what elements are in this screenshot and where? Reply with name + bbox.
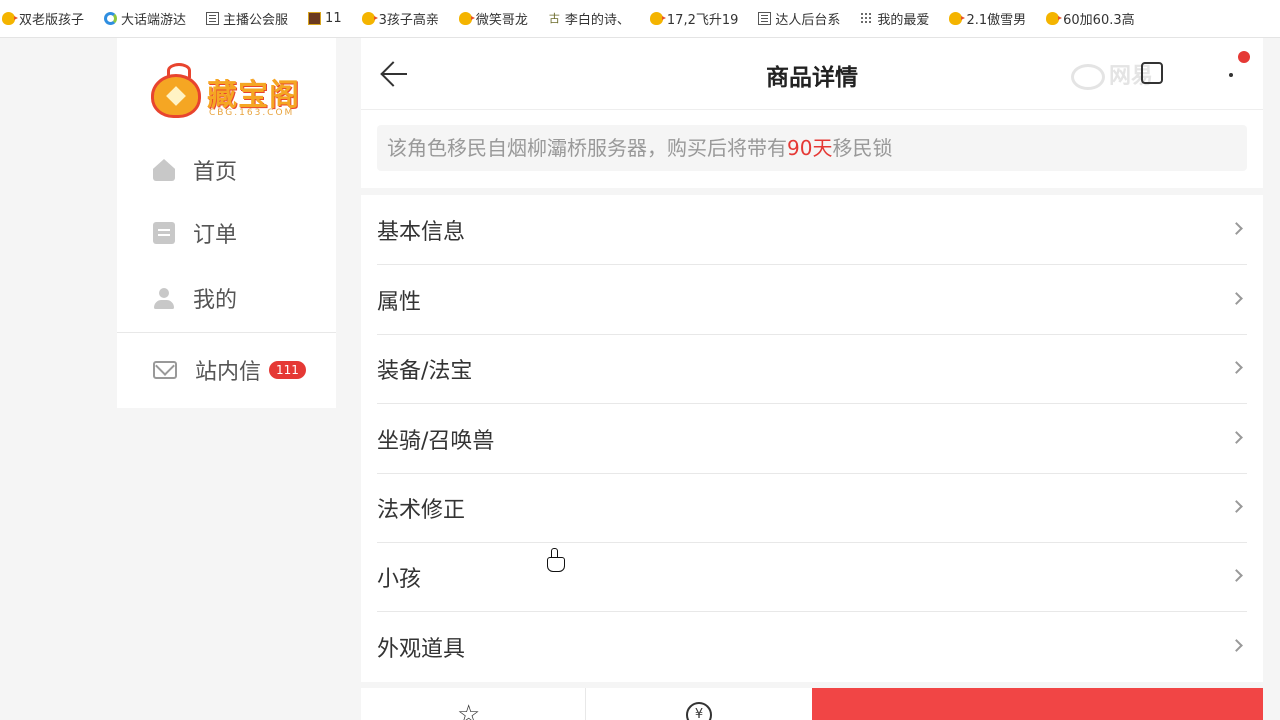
nav-label: 我的 [193,288,238,313]
section-label: 法术修正 [377,497,466,523]
migration-notice-card: 该角色移民自烟柳灞桥服务器，购买后将带有90天移民锁 [361,110,1263,188]
document-icon [206,12,220,25]
bookmark-item[interactable]: 17,2飞升19 [649,9,739,28]
section-spell-modifiers[interactable]: 法术修正 [377,473,1247,543]
bookmark-item[interactable]: 11 [308,11,342,26]
yen-icon: ¥ [686,702,712,720]
bookmark-label: 达人后台系 [775,13,841,28]
nav-label: 首页 [193,160,238,185]
bookmark-item[interactable]: 双老版孩子 [2,9,84,28]
chevron-right-icon [1230,500,1243,513]
sidebar: 藏宝阁 CBG.163.COM 首页 订单 我的 站内信 111 [117,38,336,408]
nav-item-inbox[interactable]: 站内信 111 [117,345,336,395]
bookmark-label: 大话端游达 [121,13,187,28]
notice-suffix: 移民锁 [832,136,893,160]
section-label: 坐骑/召唤兽 [377,428,495,454]
bookmark-item[interactable]: 60加60.3高 [1046,9,1135,28]
bookmark-label: 我的最爱 [877,13,930,28]
chevron-right-icon [1230,292,1243,305]
nav-item-orders[interactable]: 订单 [117,208,336,258]
bookmark-item[interactable]: 2.1傲雪男 [949,9,1026,28]
gu-icon: 古 [548,12,560,25]
chick-icon [1046,12,1063,25]
bookmark-label: 微笑哥龙 [475,13,528,28]
chevron-right-icon [1230,431,1243,444]
section-label: 基本信息 [377,219,466,245]
section-attributes[interactable]: 属性 [377,265,1247,335]
bookmarks-bar: 双老版孩子 大话端游达 主播公会服 11 3孩子高亲 微笑哥龙 古李白的诗、 17,2飞升19… [0,0,1280,38]
bookmark-item[interactable]: 主播公会服 [206,9,288,28]
migration-notice: 该角色移民自烟柳灞桥服务器，购买后将带有90天移民锁 [377,125,1247,171]
chevron-right-icon [1230,361,1243,374]
bookmark-label: 3孩子高亲 [378,13,439,28]
nav-item-mine[interactable]: 我的 [117,273,336,323]
notification-dot [1238,51,1250,63]
bookmark-label: 17,2飞升19 [666,13,739,28]
price-button[interactable]: ¥ [586,688,811,720]
chick-icon [2,12,18,25]
detail-sections-list: 基本信息 属性 装备/法宝 坐骑/召唤兽 法术修正 小孩 外观道具 [361,195,1263,682]
favorite-button[interactable]: ☆ [361,688,586,720]
game-icon [308,12,322,25]
bookmark-label: 60加60.3高 [1063,13,1135,28]
section-mounts-pets[interactable]: 坐骑/召唤兽 [377,404,1247,474]
browser-e-icon [104,12,118,25]
hand-cursor-icon [547,548,565,572]
sidebar-divider [117,332,336,333]
cbg-logo[interactable]: 藏宝阁 CBG.163.COM [151,62,311,122]
section-label: 装备/法宝 [377,358,473,384]
bookmark-item[interactable]: 微笑哥龙 [458,9,528,28]
bookmark-label: 李白的诗、 [564,13,630,28]
more-icon[interactable] [1229,73,1233,77]
product-detail-panel: 商品详情 网易 该角色移民自烟柳灞桥服务器，购买后将带有90天移民锁 基本信息 … [361,38,1263,720]
chevron-right-icon [1230,639,1243,652]
bookmark-item[interactable]: 大话端游达 [104,9,186,28]
bookmark-label: 11 [325,11,342,26]
grid-icon [860,12,874,25]
section-label: 小孩 [377,566,422,592]
section-children[interactable]: 小孩 [377,542,1247,612]
order-icon [153,222,175,244]
section-appearance-items[interactable]: 外观道具 [377,612,1247,682]
chevron-right-icon [1230,222,1243,235]
treasure-bag-icon [151,63,201,118]
chevron-right-icon [1230,569,1243,582]
notice-prefix: 该角色移民自烟柳灞桥服务器，购买后将带有 [387,136,787,160]
document-icon [758,12,772,25]
nav-label: 站内信 [195,360,262,385]
section-label: 属性 [377,289,422,315]
section-basic-info[interactable]: 基本信息 [377,195,1247,265]
top-bar: 商品详情 网易 [361,38,1263,110]
chick-icon [649,12,666,25]
message-icon[interactable] [1141,62,1163,84]
watermark-logo-icon [1071,64,1105,90]
bookmark-item[interactable]: 3孩子高亲 [361,9,439,28]
bottom-action-bar: ☆ ¥ [361,688,1263,720]
buy-now-button[interactable] [812,688,1263,720]
section-label: 外观道具 [377,637,466,662]
home-icon [153,159,175,181]
nav-item-home[interactable]: 首页 [117,145,336,195]
unread-badge: 111 [269,361,306,379]
bookmark-label: 双老版孩子 [19,13,85,28]
bookmark-item[interactable]: 达人后台系 [758,9,840,28]
chick-icon [361,12,378,25]
nav-label: 订单 [193,223,238,248]
chick-icon [458,12,475,25]
notice-highlight: 90天 [787,136,833,160]
bookmark-label: 2.1傲雪男 [966,13,1027,28]
bookmark-item[interactable]: 古李白的诗、 [548,9,630,28]
mail-icon [153,361,177,379]
logo-subtext: CBG.163.COM [209,108,295,118]
bookmark-item[interactable]: 我的最爱 [860,9,929,28]
bookmark-label: 主播公会服 [223,13,289,28]
star-icon: ☆ [457,700,481,720]
section-equipment[interactable]: 装备/法宝 [377,334,1247,404]
user-icon [153,287,175,309]
chick-icon [949,12,966,25]
